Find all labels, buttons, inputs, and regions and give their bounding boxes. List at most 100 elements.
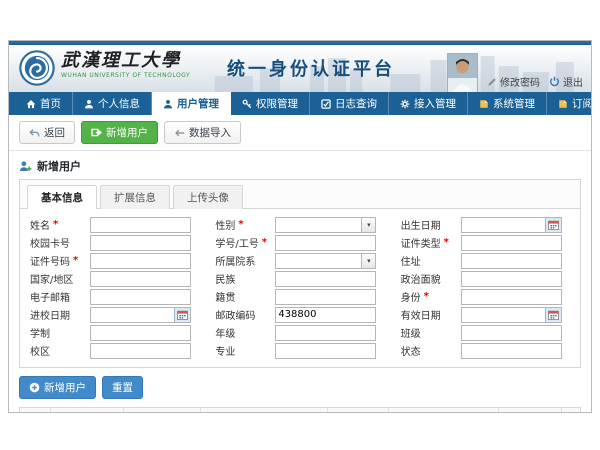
plus-circle-icon <box>29 382 40 393</box>
nav-item-system-management[interactable]: 系统管理 <box>468 92 547 115</box>
enroll-date-input <box>90 307 191 323</box>
birth-date-input <box>461 217 562 233</box>
campus-field[interactable] <box>91 344 190 358</box>
tab-basic-info[interactable]: 基本信息 <box>27 185 97 209</box>
nav-label: 日志查询 <box>335 96 377 111</box>
nav-item-access-management[interactable]: 接入管理 <box>389 92 468 115</box>
field-label: 性别* <box>215 217 275 232</box>
field-name: 姓名* <box>30 217 201 232</box>
add-user-icon <box>19 160 32 173</box>
field-label: 籍贯 <box>215 289 275 304</box>
grade-field[interactable] <box>276 326 375 340</box>
gear-icon <box>400 99 410 109</box>
power-icon <box>549 76 560 87</box>
nav-item-user-management[interactable]: 用户管理 <box>152 92 231 115</box>
id-number-input <box>90 253 191 269</box>
calendar-icon[interactable] <box>174 308 190 322</box>
logout-link[interactable]: 退出 <box>549 74 583 92</box>
id-type-field[interactable] <box>462 236 561 250</box>
status-field[interactable] <box>462 344 561 358</box>
email-field[interactable] <box>91 290 190 304</box>
class-input <box>461 325 562 341</box>
chevron-down-icon[interactable]: ▾ <box>361 254 375 268</box>
field-label: 出生日期 <box>401 217 461 232</box>
required-marker: * <box>424 291 429 302</box>
change-password-label: 修改密码 <box>500 74 540 89</box>
select-all-checkbox[interactable] <box>30 413 41 414</box>
major-field[interactable] <box>276 344 375 358</box>
field-label: 进校日期 <box>30 307 90 322</box>
address-field[interactable] <box>462 254 561 268</box>
form-actions: 新增用户 重置 <box>9 368 591 405</box>
form-tabs: 基本信息 扩展信息 上传头像 <box>20 180 580 209</box>
country-region-input <box>90 271 191 287</box>
political-status-input <box>461 271 562 287</box>
campus-card-field[interactable] <box>91 236 190 250</box>
add-user-toolbar-button[interactable]: 新增用户 <box>81 121 158 144</box>
nav-label: 个人信息 <box>98 96 140 111</box>
department-select-value[interactable] <box>276 254 361 268</box>
chevron-down-icon[interactable]: ▾ <box>361 218 375 232</box>
nav-item-home[interactable]: 首页 <box>15 92 73 115</box>
birth-date-field[interactable] <box>462 218 545 232</box>
arrow-left-icon <box>174 128 185 138</box>
field-political-status: 政治面貌 <box>401 271 572 286</box>
nav-label: 订阅管理 <box>572 96 592 111</box>
field-status: 状态 <box>401 343 572 358</box>
pencil-icon <box>487 77 497 87</box>
nav-item-permission-management[interactable]: 权限管理 <box>231 92 310 115</box>
nav-label: 用户管理 <box>177 96 219 111</box>
name-input <box>90 217 191 233</box>
calendar-icon[interactable] <box>545 218 561 232</box>
class-field[interactable] <box>462 326 561 340</box>
section-header: 新增用户 <box>9 151 591 178</box>
valid-date-input <box>461 307 562 323</box>
political-status-field[interactable] <box>462 272 561 286</box>
name-input-field[interactable] <box>91 218 190 232</box>
back-label: 返回 <box>44 125 65 140</box>
book-icon <box>558 99 568 109</box>
field-label: 姓名* <box>30 217 90 232</box>
country-region-field[interactable] <box>91 272 190 286</box>
nav-item-personal-info[interactable]: 个人信息 <box>73 92 152 115</box>
education-length-field[interactable] <box>91 326 190 340</box>
university-name: 武漢理工大學 <box>61 51 190 71</box>
field-label: 有效日期 <box>401 307 461 322</box>
tab-upload-avatar[interactable]: 上传头像 <box>173 185 243 209</box>
calendar-icon[interactable] <box>545 308 561 322</box>
ethnicity-field[interactable] <box>276 272 375 286</box>
field-ethnicity: 民族 <box>215 271 386 286</box>
address-input <box>461 253 562 269</box>
tab-extended-info[interactable]: 扩展信息 <box>100 185 170 209</box>
field-campus: 校区 <box>30 343 201 358</box>
campus-input <box>90 343 191 359</box>
id-number-field[interactable] <box>91 254 190 268</box>
data-import-label: 数据导入 <box>189 125 231 140</box>
submit-add-user-button[interactable]: 新增用户 <box>19 376 96 399</box>
data-import-button[interactable]: 数据导入 <box>164 121 241 144</box>
gender-select-value[interactable] <box>276 218 361 232</box>
education-length-input <box>90 325 191 341</box>
change-password-link[interactable]: 修改密码 <box>487 74 540 92</box>
required-marker: * <box>73 255 78 266</box>
native-place-field[interactable] <box>276 290 375 304</box>
postal-code-field[interactable] <box>276 308 375 322</box>
nav-item-log-query[interactable]: 日志查询 <box>310 92 389 115</box>
field-label: 政治面貌 <box>401 271 461 286</box>
nav-item-subscription-management[interactable]: 订阅管理 <box>547 92 592 115</box>
field-native-place: 籍贯 <box>215 289 386 304</box>
field-country-region: 国家/地区 <box>30 271 201 286</box>
enroll-date-field[interactable] <box>91 308 174 322</box>
reset-button[interactable]: 重置 <box>102 376 143 399</box>
nav-label: 权限管理 <box>256 96 298 111</box>
back-button[interactable]: 返回 <box>19 121 75 144</box>
student-id-field[interactable] <box>276 236 375 250</box>
column-operation: 操作 <box>499 408 562 413</box>
student-id-input <box>275 235 376 251</box>
valid-date-field[interactable] <box>462 308 545 322</box>
field-address: 住址 <box>401 253 572 268</box>
identity-field[interactable] <box>462 290 561 304</box>
reset-label: 重置 <box>112 380 133 395</box>
field-id-number: 证件号码* <box>30 253 201 268</box>
home-icon <box>26 99 36 109</box>
